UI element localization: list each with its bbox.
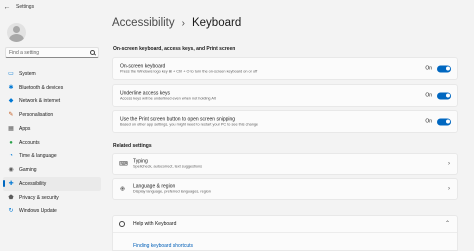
print-screen-toggle[interactable] [437, 118, 451, 125]
sidebar-item-accounts[interactable]: ● Accounts [3, 136, 101, 150]
chevron-right-icon: › [448, 161, 450, 167]
apps-icon: ▦ [8, 125, 14, 132]
breadcrumb: Accessibility › Keyboard [112, 17, 241, 29]
page-title: Keyboard [191, 17, 242, 29]
related-language-region[interactable]: ⊕ Language & region Display language, pr… [112, 178, 458, 200]
sidebar-item-personalisation[interactable]: ✎ Personalisation [3, 108, 101, 122]
chevron-up-icon[interactable]: ⌃ [445, 220, 450, 227]
sidebar-item-label: Time & language [19, 153, 57, 160]
toggle-wrap: On [425, 118, 451, 125]
search-box[interactable] [5, 47, 99, 58]
sidebar-item-label: Bluetooth & devices [19, 84, 64, 91]
toggle-wrap: On [425, 65, 451, 72]
toggle-state-label: On [425, 92, 432, 99]
toggle-knob [445, 66, 450, 71]
sidebar-item-label: Network & internet [19, 98, 61, 105]
setting-subtitle: Based on other app settings, you might n… [120, 122, 259, 126]
sidebar-item-label: Apps [19, 125, 31, 132]
sidebar-item-system[interactable]: ▭ System [3, 67, 101, 81]
sidebar-item-label: Personalisation [19, 112, 54, 119]
breadcrumb-separator: › [181, 17, 185, 29]
help-link-keyboard-shortcuts[interactable]: Finding keyboard shortcuts [133, 243, 193, 249]
underline-access-keys-toggle[interactable] [437, 92, 451, 99]
setting-text: Use the Print screen button to open scre… [120, 116, 258, 127]
setting-text: On-screen keyboard Press the Windows log… [120, 63, 257, 74]
language-icon: ⊕ [119, 186, 126, 193]
setting-print-screen-snipping[interactable]: Use the Print screen button to open scre… [112, 110, 458, 133]
toggle-state-label: On [425, 65, 432, 72]
section-title-related: Related settings [113, 143, 152, 149]
sidebar-item-gaming[interactable]: ◉ Gaming [3, 163, 101, 177]
setting-subtitle: Display language, preferred languages, r… [133, 189, 211, 194]
sidebar-item-label: Windows Update [19, 208, 57, 215]
sidebar-item-privacy-security[interactable]: ⬟ Privacy & security [3, 191, 101, 205]
avatar-body [9, 34, 24, 42]
wifi-icon: ◆ [8, 98, 14, 105]
sidebar-item-label: Accessibility [19, 180, 47, 187]
setting-on-screen-keyboard[interactable]: On-screen keyboard Press the Windows log… [112, 57, 458, 80]
search-input[interactable] [9, 49, 89, 56]
sidebar-item-bluetooth-devices[interactable]: ✱ Bluetooth & devices [3, 81, 101, 95]
sidebar-item-windows-update[interactable]: ↻ Windows Update [3, 205, 101, 219]
avatar[interactable] [7, 23, 26, 42]
toggle-state-label: On [425, 118, 432, 125]
sidebar-item-label: Accounts [19, 139, 40, 146]
brush-icon: ✎ [8, 112, 14, 119]
back-arrow-icon[interactable]: ← [0, 0, 14, 14]
setting-subtitle: Access keys will be underlined even when… [120, 96, 216, 100]
gamepad-icon: ◉ [8, 167, 14, 174]
toggle-wrap: On [425, 92, 451, 99]
toggle-knob [445, 119, 450, 124]
sidebar-item-label: Privacy & security [19, 194, 59, 201]
shield-icon: ⬟ [8, 194, 14, 201]
related-typing[interactable]: ⌨ Typing Spellcheck, autocorrect, text s… [112, 153, 458, 175]
setting-text: Language & region Display language, pref… [133, 184, 211, 195]
accessibility-icon: ✚ [8, 180, 14, 187]
help-title[interactable]: Help with Keyboard [133, 221, 176, 227]
setting-subtitle: Press the Windows logo key ⊞ + Ctrl + O … [120, 69, 258, 73]
setting-subtitle: Spellcheck, autocorrect, text suggestion… [133, 164, 203, 169]
divider [113, 232, 457, 233]
section-title-keyboard: On-screen keyboard, access keys, and Pri… [113, 46, 236, 52]
sidebar-item-label: Gaming [19, 167, 37, 174]
help-panel: Help with Keyboard ⌃ Finding keyboard sh… [112, 215, 458, 251]
sidebar-item-label: System [19, 70, 36, 77]
sidebar: ▭ System ✱ Bluetooth & devices ◆ Network & in… [0, 14, 104, 251]
sidebar-item-time-language[interactable]: ◔ Time & language [3, 150, 101, 164]
setting-underline-access-keys[interactable]: Underline access keys Access keys will b… [112, 84, 458, 107]
person-icon: ● [9, 139, 13, 146]
sidebar-item-apps[interactable]: ▦ Apps [3, 122, 101, 136]
toggle-knob [445, 93, 450, 98]
bluetooth-icon: ✱ [8, 84, 14, 91]
sidebar-nav: ▭ System ✱ Bluetooth & devices ◆ Network & in… [3, 67, 101, 218]
app-title: Settings [16, 4, 35, 10]
refresh-icon: ↻ [8, 208, 14, 215]
setting-text: Underline access keys Access keys will b… [120, 90, 216, 101]
breadcrumb-parent[interactable]: Accessibility [112, 17, 175, 29]
avatar-head [13, 26, 20, 33]
search-icon[interactable] [90, 50, 95, 55]
monitor-icon: ▭ [8, 70, 14, 77]
main-content: Accessibility › Keyboard On-screen keybo… [112, 0, 462, 251]
sidebar-item-accessibility[interactable]: ✚ Accessibility [3, 177, 101, 191]
sidebar-item-network-internet[interactable]: ◆ Network & internet [3, 95, 101, 109]
globe-clock-icon: ◔ [9, 153, 13, 160]
globe-icon [119, 221, 125, 227]
setting-text: Typing Spellcheck, autocorrect, text sug… [133, 159, 202, 170]
chevron-right-icon: › [448, 186, 450, 192]
on-screen-keyboard-toggle[interactable] [437, 65, 451, 72]
keyboard-icon: ⌨ [119, 161, 128, 168]
